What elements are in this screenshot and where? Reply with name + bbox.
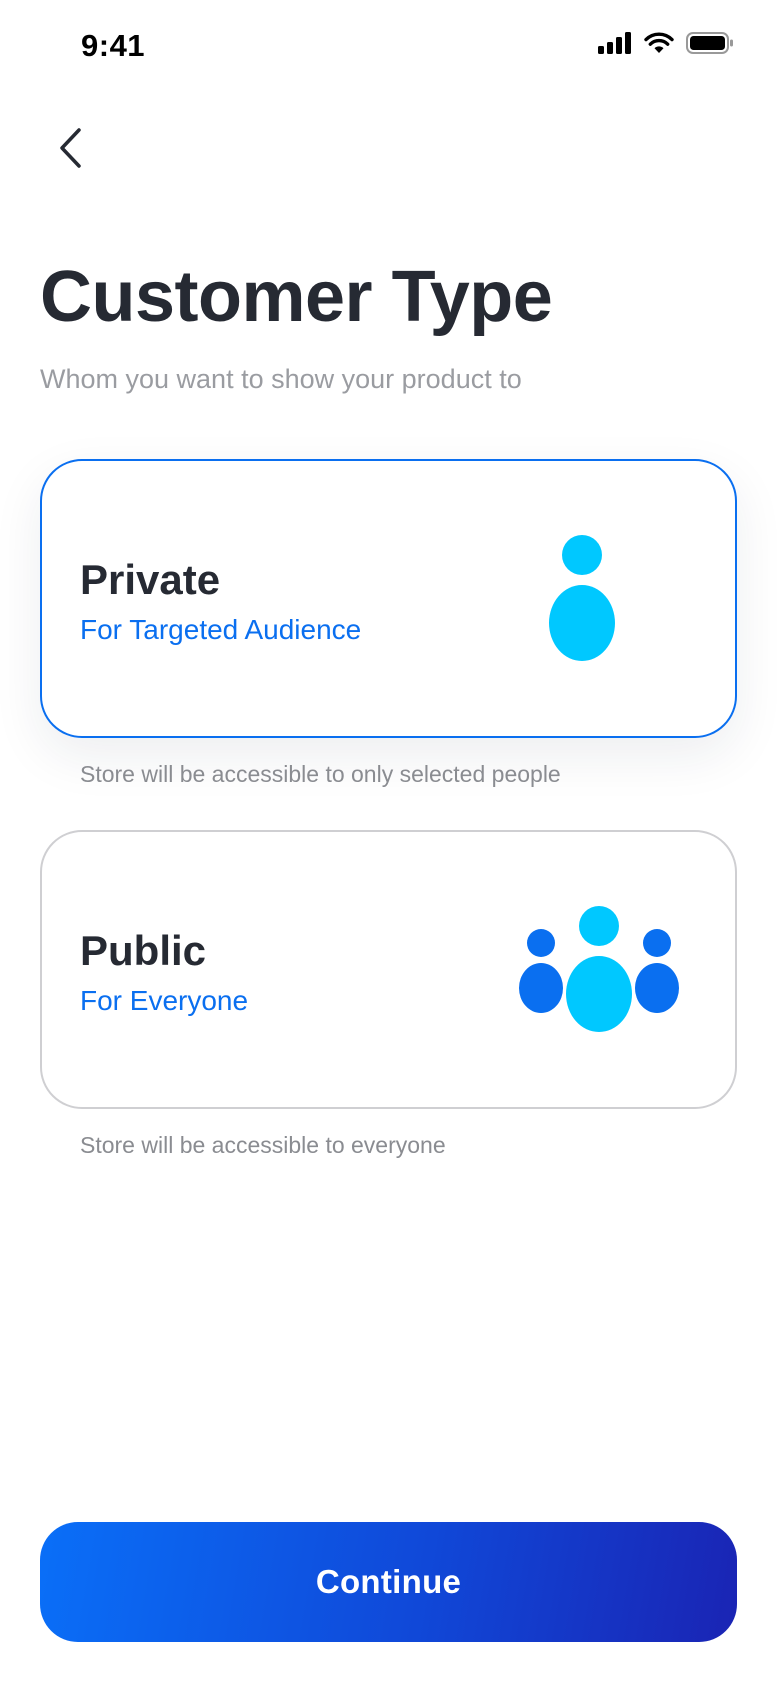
option-card-public[interactable]: Public For Everyone: [40, 830, 737, 1109]
continue-label: Continue: [315, 1563, 462, 1600]
chevron-left-icon: [60, 128, 81, 168]
page-subtitle: Whom you want to show your product to: [40, 364, 522, 394]
option-title: Public: [80, 927, 207, 974]
cellular-signal-icon: [598, 32, 631, 54]
option-caption-public: Store will be accessible to everyone: [80, 1132, 446, 1158]
option-card-private[interactable]: Private For Targeted Audience: [40, 459, 737, 738]
page-title: Customer Type: [40, 257, 553, 337]
option-title: Private: [80, 556, 221, 603]
continue-button[interactable]: Continue: [40, 1522, 737, 1642]
battery-icon: [686, 32, 733, 54]
option-subtitle: For Everyone: [80, 985, 249, 1016]
status-bar: 9:41: [0, 0, 780, 96]
group-people-icon: [519, 906, 679, 1032]
status-icons: [598, 32, 734, 54]
option-subtitle: For Targeted Audience: [80, 614, 362, 645]
status-time: 9:41: [81, 28, 146, 63]
back-button[interactable]: [40, 118, 100, 178]
single-person-icon: [549, 535, 615, 661]
wifi-icon: [644, 32, 674, 53]
option-caption-private: Store will be accessible to only selecte…: [80, 761, 561, 787]
